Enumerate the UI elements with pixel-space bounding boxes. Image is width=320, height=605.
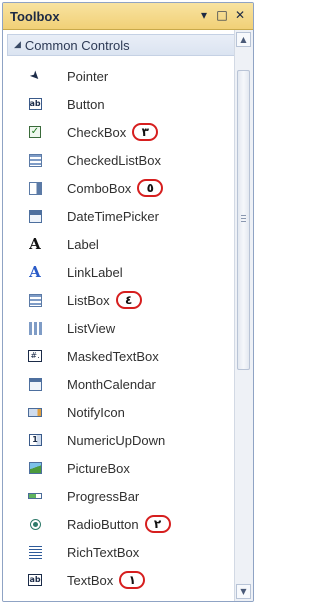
label-icon: A: [29, 235, 41, 253]
item-label: Pointer: [67, 68, 109, 84]
toolbox-item-listview[interactable]: ListView: [3, 314, 235, 342]
listview-icon: [27, 320, 43, 336]
toolbox-item-button[interactable]: ab Button: [3, 90, 235, 118]
item-label: RadioButton: [67, 516, 139, 532]
toolbox-item-datetimepicker[interactable]: DateTimePicker: [3, 202, 235, 230]
item-label: RichTextBox: [67, 544, 140, 560]
toolbox-item-textbox[interactable]: ab TextBox ١: [3, 566, 235, 594]
number-badge: ٤: [115, 291, 142, 309]
expand-triangle-icon[interactable]: ◢: [14, 40, 21, 50]
scrollbar-thumb[interactable]: [237, 70, 250, 370]
toolbox-item-radiobutton[interactable]: RadioButton ٢: [3, 510, 235, 538]
toolbox-panel: Toolbox ▾ □ ✕ ◢ Common Controls ➤ Pointe…: [2, 2, 254, 602]
picturebox-icon: [27, 460, 43, 476]
number-badge: ٥: [137, 179, 164, 197]
item-label: ProgressBar: [67, 488, 140, 504]
scroll-down-icon[interactable]: ▼: [236, 584, 251, 599]
item-label: CheckBox: [67, 124, 127, 140]
item-label: MonthCalendar: [67, 376, 156, 392]
number-badge: ٣: [132, 123, 159, 141]
item-label: NotifyIcon: [67, 404, 125, 420]
checkedlistbox-icon: [27, 152, 43, 168]
item-label: TextBox: [67, 572, 114, 588]
scrollbar-grip-icon: [241, 215, 246, 223]
toolbox-item-progressbar[interactable]: ProgressBar: [3, 482, 235, 510]
item-label: Label: [67, 236, 99, 252]
item-label: MaskedTextBox: [67, 348, 159, 364]
item-label: LinkLabel: [67, 264, 123, 280]
richtextbox-icon: [27, 544, 43, 560]
numericupdown-icon: 1: [27, 432, 43, 448]
window-position-dropdown-icon[interactable]: ▾: [197, 7, 211, 23]
pointer-icon: ➤: [26, 67, 44, 85]
toolbox-item-picturebox[interactable]: PictureBox: [3, 454, 235, 482]
toolbox-item-listbox[interactable]: ListBox ٤: [3, 286, 235, 314]
close-icon[interactable]: ✕: [233, 7, 247, 23]
datetimepicker-icon: [27, 208, 43, 224]
vertical-scrollbar[interactable]: ▲ ▼: [234, 30, 253, 601]
combobox-icon: [27, 180, 43, 196]
textbox-icon: ab: [28, 574, 42, 586]
toolbox-title: Toolbox: [10, 9, 60, 24]
monthcalendar-icon: [27, 376, 43, 392]
number-badge: ١: [119, 571, 146, 589]
number-badge: ٢: [144, 515, 171, 533]
item-label: ComboBox: [67, 180, 132, 196]
group-header-label: Common Controls: [24, 37, 130, 53]
toolbox-item-checkbox[interactable]: ✓ CheckBox ٣: [3, 118, 235, 146]
item-label: ListView: [67, 320, 116, 336]
checkbox-icon: ✓: [29, 126, 41, 138]
scroll-up-icon[interactable]: ▲: [236, 32, 251, 47]
radiobutton-icon: [27, 516, 43, 532]
toolbox-item-list: ➤ Pointer ab Button ✓ CheckBox ٣ Checked…: [3, 62, 235, 594]
item-label: NumericUpDown: [67, 432, 166, 448]
toolbox-item-combobox[interactable]: ComboBox ٥: [3, 174, 235, 202]
toolbox-item-notifyicon[interactable]: NotifyIcon: [3, 398, 235, 426]
linklabel-icon: A: [29, 263, 41, 281]
toolbox-item-linklabel[interactable]: A LinkLabel: [3, 258, 235, 286]
toolbox-title-bar[interactable]: Toolbox ▾ □ ✕: [3, 3, 253, 30]
toolbox-item-maskedtextbox[interactable]: #. MaskedTextBox: [3, 342, 235, 370]
toolbox-item-label[interactable]: A Label: [3, 230, 235, 258]
toolbox-item-monthcalendar[interactable]: MonthCalendar: [3, 370, 235, 398]
progressbar-icon: [27, 488, 43, 504]
item-label: PictureBox: [67, 460, 130, 476]
item-label: CheckedListBox: [67, 152, 161, 168]
toolbox-item-richtextbox[interactable]: RichTextBox: [3, 538, 235, 566]
toolbox-content: ◢ Common Controls ➤ Pointer ab Button ✓ …: [3, 30, 235, 601]
toolbox-item-checkedlistbox[interactable]: CheckedListBox: [3, 146, 235, 174]
notifyicon-icon: [27, 404, 43, 420]
title-bar-buttons: ▾ □ ✕: [197, 7, 247, 23]
toolbox-item-numericupdown[interactable]: 1 NumericUpDown: [3, 426, 235, 454]
button-icon: ab: [28, 98, 42, 110]
item-label: ListBox: [67, 292, 110, 308]
listbox-icon: [27, 292, 43, 308]
item-label: Button: [67, 96, 105, 112]
group-header-common-controls[interactable]: ◢ Common Controls: [7, 34, 235, 56]
maximize-icon[interactable]: □: [215, 7, 229, 23]
maskedtextbox-icon: #.: [27, 348, 43, 364]
toolbox-item-pointer[interactable]: ➤ Pointer: [3, 62, 235, 90]
item-label: DateTimePicker: [67, 208, 159, 224]
